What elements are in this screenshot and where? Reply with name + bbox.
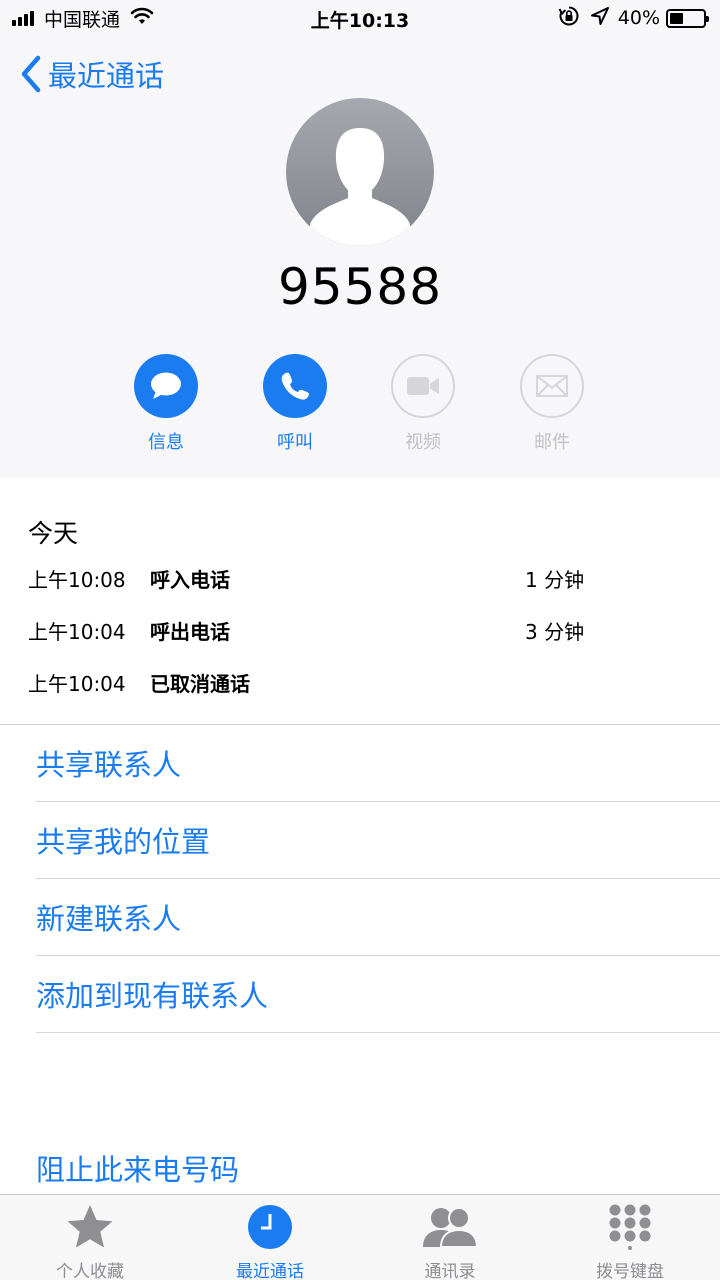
avatar — [286, 98, 434, 246]
keypad-icon — [609, 1204, 651, 1250]
clock-icon — [248, 1205, 292, 1249]
video-label: 视频 — [405, 432, 441, 453]
contact-number: 95588 — [277, 258, 443, 316]
tab-bar: 个人收藏 最近通话 通讯录 拨号键盘 — [0, 1194, 720, 1280]
message-icon — [151, 372, 181, 399]
mail-circle — [520, 354, 584, 418]
status-right: 40% — [558, 5, 709, 31]
call-label: 呼叫 — [277, 432, 313, 453]
chevron-left-icon — [21, 55, 41, 93]
call-time: 上午10:04 — [28, 672, 126, 696]
phone-icon — [281, 372, 309, 400]
message-label: 信息 — [148, 432, 184, 453]
contact-header: 最近通话 95588 信息 呼叫 视频 邮件 — [0, 36, 720, 478]
back-label: 最近通话 — [48, 59, 165, 93]
tab-contacts[interactable]: 通讯录 — [360, 1195, 540, 1280]
person-silhouette-icon — [310, 128, 410, 246]
share-location-option[interactable]: 共享我的位置 — [36, 802, 720, 879]
call-duration: 3 分钟 — [525, 620, 585, 644]
tab-label: 最近通话 — [236, 1262, 304, 1280]
tab-label: 拨号键盘 — [596, 1262, 664, 1280]
call-time: 上午10:04 — [28, 620, 126, 644]
back-button[interactable]: 最近通话 — [20, 52, 164, 96]
call-type: 已取消通话 — [150, 672, 250, 696]
message-button[interactable]: 信息 — [116, 354, 216, 454]
video-button[interactable]: 视频 — [373, 354, 473, 454]
mail-button[interactable]: 邮件 — [502, 354, 602, 454]
call-circle — [263, 354, 327, 418]
history-heading: 今天 — [28, 519, 79, 548]
add-to-existing-contact-option[interactable]: 添加到现有联系人 — [36, 956, 720, 1033]
location-icon — [590, 6, 610, 30]
call-type: 呼入电话 — [150, 568, 230, 592]
tab-recents[interactable]: 最近通话 — [180, 1195, 360, 1280]
share-contact-option[interactable]: 共享联系人 — [36, 725, 720, 802]
battery-icon — [666, 8, 709, 28]
call-row: 上午10:04 已取消通话 — [28, 668, 668, 698]
battery-fill — [670, 12, 683, 24]
call-button[interactable]: 呼叫 — [245, 354, 345, 454]
tab-label: 个人收藏 — [56, 1262, 124, 1280]
tab-keypad[interactable]: 拨号键盘 — [540, 1195, 720, 1280]
tab-label: 通讯录 — [424, 1262, 476, 1280]
call-time: 上午10:08 — [28, 568, 126, 592]
new-contact-option[interactable]: 新建联系人 — [36, 879, 720, 956]
mail-icon — [536, 375, 568, 397]
status-bar: 中国联通 上午10:13 40% — [0, 0, 720, 36]
message-circle — [134, 354, 198, 418]
contacts-icon — [423, 1207, 479, 1248]
block-caller-option[interactable]: 阻止此来电号码 — [36, 1144, 239, 1192]
video-circle — [391, 354, 455, 418]
rotation-lock-icon — [558, 5, 580, 31]
call-type: 呼出电话 — [150, 620, 230, 644]
call-row: 上午10:04 呼出电话 3 分钟 — [28, 616, 668, 646]
video-icon — [407, 377, 439, 395]
tab-favorites[interactable]: 个人收藏 — [0, 1195, 180, 1280]
call-row: 上午10:08 呼入电话 1 分钟 — [28, 564, 668, 594]
star-icon — [67, 1205, 113, 1248]
call-duration: 1 分钟 — [525, 568, 585, 592]
battery-percent: 40% — [617, 7, 660, 29]
mail-label: 邮件 — [534, 432, 570, 453]
